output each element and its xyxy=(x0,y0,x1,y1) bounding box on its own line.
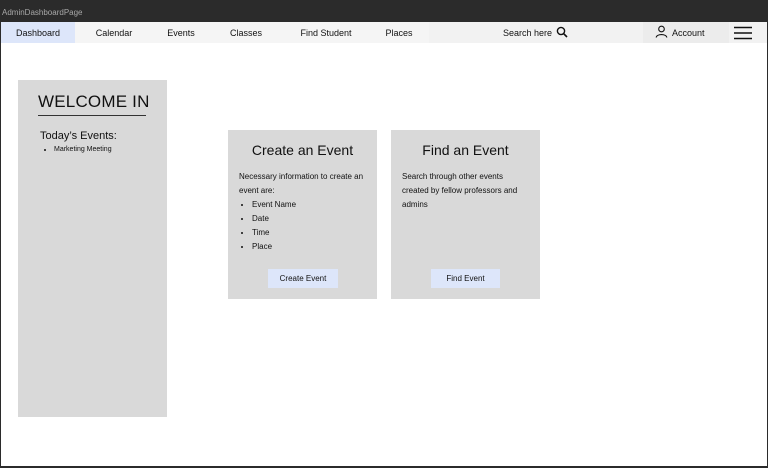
nav-calendar[interactable]: Calendar xyxy=(75,22,153,43)
find-event-card: Find an Event Search through other event… xyxy=(391,130,540,299)
search-label: Search here xyxy=(503,27,553,38)
create-event-body: Necessary information to create an event… xyxy=(239,170,367,254)
hamburger-menu-icon[interactable] xyxy=(729,22,757,43)
nav-places[interactable]: Places xyxy=(369,22,429,43)
nav-dashboard[interactable]: Dashboard xyxy=(1,22,75,43)
field-item: Date xyxy=(252,212,367,226)
find-event-button[interactable]: Find Event xyxy=(431,269,500,288)
nav-find-student[interactable]: Find Student xyxy=(283,22,369,43)
find-event-title: Find an Event xyxy=(422,142,509,158)
user-icon xyxy=(655,25,668,40)
search-box[interactable]: Search here xyxy=(503,22,568,43)
top-navbar: Dashboard Calendar Events Classes Find S… xyxy=(1,22,767,43)
field-item: Place xyxy=(252,240,367,254)
required-fields-list: Event Name Date Time Place xyxy=(239,198,367,254)
welcome-title: WELCOME IN xyxy=(38,92,150,111)
title-divider xyxy=(38,115,146,116)
create-event-card: Create an Event Necessary information to… xyxy=(228,130,377,299)
create-event-title: Create an Event xyxy=(251,142,354,158)
nav-events[interactable]: Events xyxy=(153,22,209,43)
field-item: Event Name xyxy=(252,198,367,212)
nav-classes[interactable]: Classes xyxy=(209,22,283,43)
create-event-button[interactable]: Create Event xyxy=(268,269,338,288)
todays-events-list: Marketing Meeting xyxy=(40,146,112,153)
welcome-panel: WELCOME IN Today’s Events: Marketing Mee… xyxy=(18,80,167,417)
create-event-intro: Necessary information to create an event… xyxy=(239,172,364,195)
event-item[interactable]: Marketing Meeting xyxy=(54,146,112,153)
account-button[interactable]: Account xyxy=(643,22,729,43)
field-item: Time xyxy=(252,226,367,240)
nav-tabs: Dashboard Calendar Events Classes Find S… xyxy=(1,22,429,43)
find-event-description: Search through other events created by f… xyxy=(402,172,518,209)
search-icon[interactable] xyxy=(556,26,568,40)
todays-events-heading: Today’s Events: xyxy=(40,130,117,142)
dashboard-page: Dashboard Calendar Events Classes Find S… xyxy=(1,22,767,466)
account-label: Account xyxy=(672,27,705,38)
window-title: AdminDashboardPage xyxy=(2,8,83,17)
